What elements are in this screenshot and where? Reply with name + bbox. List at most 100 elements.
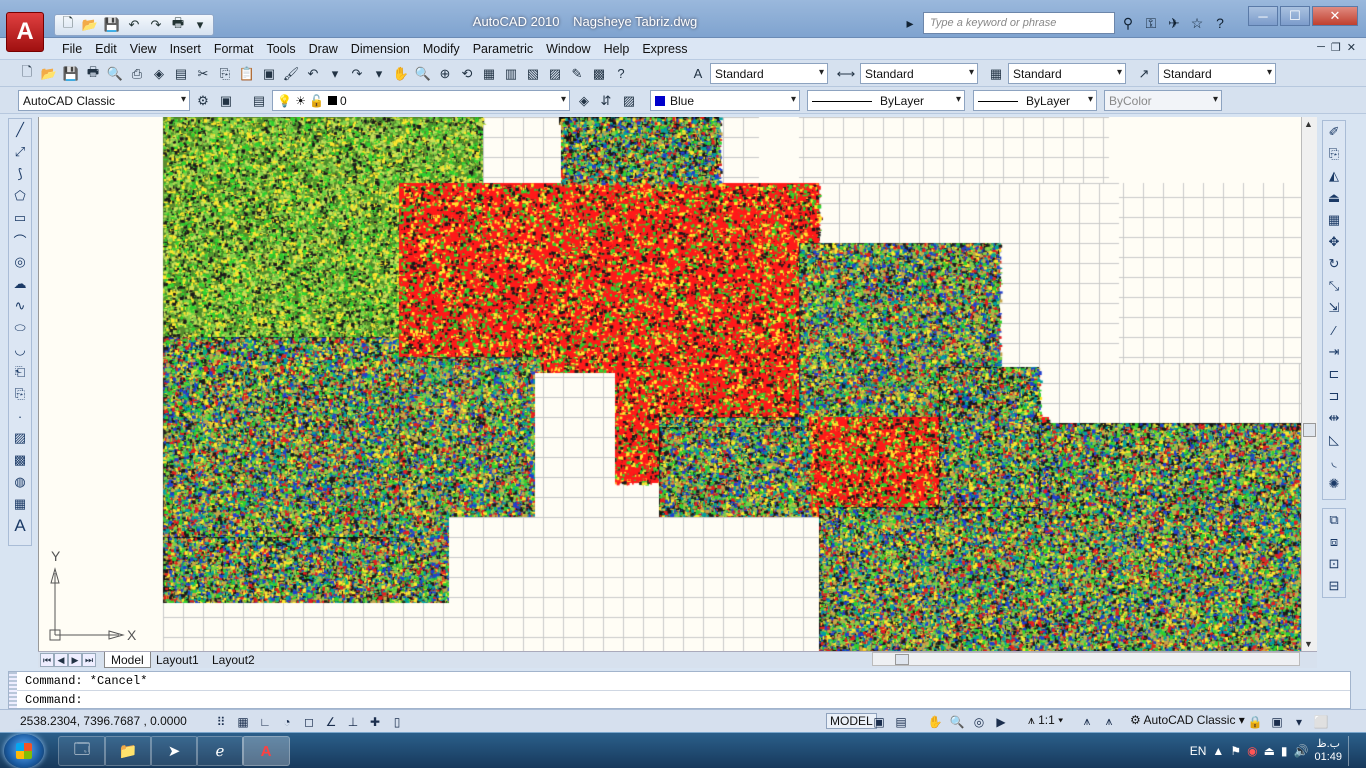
rectangle-icon[interactable]: ▭ [9, 207, 31, 229]
workspace-settings-icon[interactable]: ⚙ [193, 91, 213, 110]
grid-display-icon[interactable]: ▦ [232, 713, 254, 730]
send-to-back-icon[interactable]: ⧈ [1323, 531, 1345, 553]
make-block-icon[interactable]: ⎘ [9, 383, 31, 405]
move-icon[interactable]: ✥ [1323, 231, 1345, 253]
horizontal-scroll-thumb[interactable] [895, 654, 909, 665]
construction-line-icon[interactable]: ⤢ [9, 141, 31, 163]
satellite-icon[interactable]: ✈ [1164, 13, 1184, 33]
menu-help[interactable]: Help [600, 42, 639, 56]
insert-block-icon[interactable]: ⎗ [9, 361, 31, 383]
linetype-dropdown[interactable]: ByLayer [807, 90, 965, 111]
close-button[interactable]: ✕ [1312, 6, 1358, 26]
show-hidden-icons-icon[interactable]: ▲ [1212, 744, 1224, 758]
undo-dropdown-icon[interactable]: ▾ [324, 64, 346, 83]
zoom-previous-icon[interactable]: ⟲ [456, 64, 478, 83]
zoom-window-icon[interactable]: ⊕ [434, 64, 456, 83]
line-icon[interactable]: ╱ [9, 119, 31, 141]
plot-icon[interactable]: 🖶 [82, 64, 104, 83]
polyline-icon[interactable]: ⟆ [9, 163, 31, 185]
workspace-customize-icon[interactable]: ▣ [216, 91, 236, 110]
first-tab-icon[interactable]: ⏮ [40, 653, 54, 667]
menu-view[interactable]: View [126, 42, 166, 56]
doc-close-button[interactable]: ✕ [1347, 41, 1356, 54]
menu-modify[interactable]: Modify [419, 42, 469, 56]
dynamic-input-icon[interactable]: ✚ [364, 713, 386, 730]
ortho-mode-icon[interactable]: ∟ [254, 713, 276, 730]
favorites-icon[interactable]: ☆ [1187, 13, 1207, 33]
cut-icon[interactable]: ✂ [192, 64, 214, 83]
autocad-logo[interactable]: A [6, 12, 44, 52]
open-file-icon[interactable]: 📂 [38, 64, 60, 83]
autocad-icon[interactable]: A [242, 736, 290, 766]
revision-cloud-icon[interactable]: ☁ [9, 273, 31, 295]
rotate-icon[interactable]: ↻ [1323, 253, 1345, 275]
break-at-point-icon[interactable]: ⊏ [1323, 363, 1345, 385]
volume-icon[interactable]: 🔊 [1294, 744, 1309, 758]
menu-tools[interactable]: Tools [262, 42, 304, 56]
point-icon[interactable]: · [9, 405, 31, 427]
minimize-button[interactable]: ─ [1248, 6, 1278, 26]
arc-icon[interactable]: ⌒ [9, 229, 31, 251]
scroll-up-icon[interactable]: ▲ [1304, 119, 1313, 129]
menu-file[interactable]: File [58, 42, 91, 56]
gradient-icon[interactable]: ▩ [9, 449, 31, 471]
lineweight-dropdown[interactable]: ByLayer [973, 90, 1097, 111]
menu-express[interactable]: Express [638, 42, 696, 56]
markup-icon[interactable]: ✎ [566, 64, 588, 83]
ie-icon[interactable]: ℯ [196, 736, 244, 766]
region-icon[interactable]: ◍ [9, 471, 31, 493]
color-dropdown[interactable]: Blue [650, 90, 800, 111]
send-under-icon[interactable]: ⊟ [1323, 575, 1345, 597]
copy-object-icon[interactable]: ⎘ [1323, 143, 1345, 165]
text-style-dropdown[interactable]: Standard [710, 63, 828, 84]
scale-icon[interactable]: ⤡ [1323, 275, 1345, 297]
folder-icon[interactable]: 📁 [104, 736, 152, 766]
table-style-dropdown[interactable]: Standard [1008, 63, 1126, 84]
quick-view-drawings-icon[interactable]: ▤ [890, 713, 912, 730]
layer-properties-icon[interactable]: ▤ [249, 91, 269, 110]
offset-icon[interactable]: ⏏ [1323, 187, 1345, 209]
layer-dropdown[interactable]: 💡 ☀ 🔓 0 [272, 90, 570, 111]
drawing-canvas[interactable]: Y X [38, 117, 1301, 651]
doc-restore-button[interactable]: ❐ [1331, 41, 1341, 54]
expand-search-icon[interactable]: ▸ [900, 13, 920, 33]
menu-window[interactable]: Window [542, 42, 599, 56]
usb-device-icon[interactable]: ⏏ [1264, 744, 1275, 758]
join-icon[interactable]: ⇹ [1323, 407, 1345, 429]
tab-layout1[interactable]: Layout1 [150, 652, 205, 668]
plotstyle-dropdown[interactable]: ByColor [1104, 90, 1222, 111]
command-grip[interactable] [9, 672, 17, 708]
menu-draw[interactable]: Draw [305, 42, 347, 56]
next-tab-icon[interactable]: ▶ [68, 653, 82, 667]
help-icon[interactable]: ? [610, 64, 632, 83]
pan-status-icon[interactable]: ✋ [924, 713, 946, 730]
publish-icon[interactable]: ⎙ [126, 64, 148, 83]
redo-icon[interactable]: ↷ [146, 16, 166, 34]
object-snap-icon[interactable]: ◻ [298, 713, 320, 730]
help-icon[interactable]: ? [1210, 13, 1230, 33]
prev-tab-icon[interactable]: ◀ [54, 653, 68, 667]
qat-dropdown-icon[interactable]: ▾ [190, 16, 210, 34]
undo-icon[interactable]: ↶ [302, 64, 324, 83]
show-desktop-app-icon[interactable]: 🗔 [58, 736, 106, 766]
key-icon[interactable]: ⚿ [1141, 13, 1161, 33]
make-current-layer-icon[interactable]: ◈ [574, 91, 594, 110]
properties-icon[interactable]: ▦ [478, 64, 500, 83]
horizontal-scrollbar[interactable] [872, 652, 1300, 666]
start-button[interactable] [4, 734, 44, 768]
status-menu-icon[interactable]: ▾ [1288, 713, 1310, 730]
zoom-realtime-icon[interactable]: 🔍 [412, 64, 434, 83]
hatch-icon[interactable]: ▨ [9, 427, 31, 449]
bring-to-front-icon[interactable]: ⧉ [1323, 509, 1345, 531]
explode-icon[interactable]: ✺ [1323, 473, 1345, 495]
ellipse-icon[interactable]: ⬭ [9, 317, 31, 339]
clock[interactable]: ب.ظ 01:49 [1314, 738, 1342, 764]
show-desktop-button[interactable] [1348, 736, 1358, 766]
layer-states-icon[interactable]: ▨ [619, 91, 639, 110]
hardware-acceleration-icon[interactable]: ▣ [1266, 713, 1288, 730]
spline-icon[interactable]: ∿ [9, 295, 31, 317]
paste-block-icon[interactable]: ▣ [258, 64, 280, 83]
trim-icon[interactable]: ⁄ [1323, 319, 1345, 341]
circle-icon[interactable]: ◎ [9, 251, 31, 273]
break-icon[interactable]: ⊐ [1323, 385, 1345, 407]
